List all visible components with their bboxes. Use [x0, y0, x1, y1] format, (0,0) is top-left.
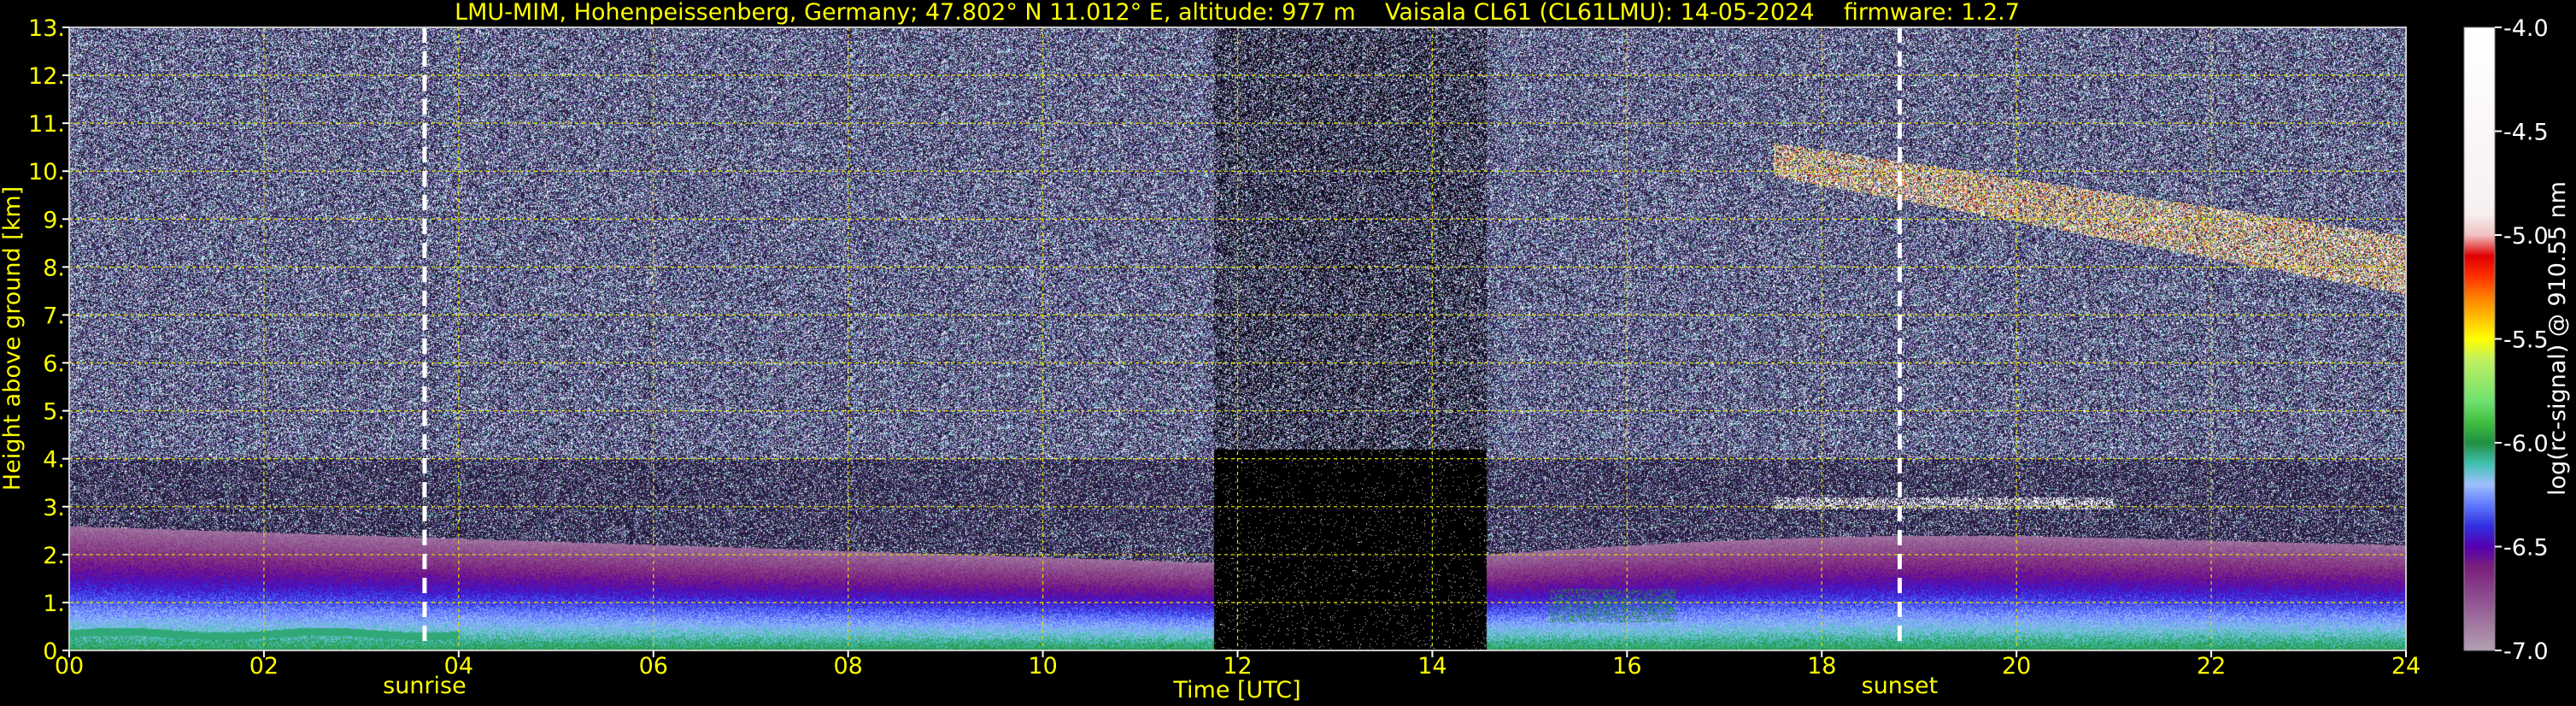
- x-tick-label: 04: [444, 653, 473, 680]
- y-tick-label: 0.: [43, 638, 65, 665]
- y-tick-label: 11.: [28, 111, 65, 138]
- ceilometer-chart: sunrise sunset 00 02 04 06 08 10 12 14 16 18 20 22 24…: [0, 0, 2576, 706]
- y-tick-label: 13.: [28, 15, 65, 42]
- x-tick-label: 14: [1417, 653, 1446, 680]
- y-axis-label: Height above ground [km]: [0, 186, 26, 491]
- x-tick-label: 12: [1223, 653, 1252, 680]
- colorbar-label: log(rc-signal) @ 910.55 nm: [2544, 181, 2571, 496]
- colorbar-tick-label: -7.0: [2503, 638, 2549, 665]
- y-tick-label: 12.: [28, 63, 65, 90]
- x-tick-label: 06: [639, 653, 668, 680]
- x-tick-label: 10: [1028, 653, 1057, 680]
- x-tick-label: 22: [2197, 653, 2226, 680]
- y-tick-label: 8.: [43, 255, 65, 281]
- colorbar-tick-label: -6.5: [2503, 535, 2549, 562]
- x-axis-label: Time [UTC]: [1172, 677, 1300, 703]
- x-tick-label: 08: [833, 653, 862, 680]
- y-tick-label: 6.: [43, 351, 65, 378]
- x-tick-label: 02: [249, 653, 279, 680]
- y-tick-label: 9.: [43, 207, 65, 233]
- colorbar-tick-label: -5.5: [2503, 327, 2549, 354]
- x-tick-label: 24: [2391, 653, 2421, 680]
- y-tick-label: 2.: [43, 543, 65, 569]
- y-tick-label: 4.: [43, 447, 65, 474]
- chart-title: LMU-MIM, Hohenpeissenberg, Germany; 47.8…: [455, 0, 2020, 26]
- colorbar-gradient: [2463, 26, 2496, 651]
- colorbar-tick-label: -5.0: [2503, 223, 2549, 250]
- colorbar-tick-label: -4.5: [2503, 120, 2549, 146]
- colorbar-tick-label: -6.0: [2503, 431, 2549, 457]
- y-tick-label: 7.: [43, 303, 65, 329]
- y-tick-label: 1.: [43, 591, 65, 617]
- x-tick-label: 20: [2002, 653, 2031, 680]
- y-tick-label: 10.: [28, 159, 65, 185]
- sunset-label: sunset: [1862, 673, 1939, 699]
- y-tick-label: 3.: [43, 495, 65, 521]
- x-tick-label: 18: [1807, 653, 1836, 680]
- x-tick-label: 16: [1612, 653, 1641, 680]
- y-tick-label: 5.: [43, 399, 65, 426]
- colorbar-tick-label: -4.0: [2503, 15, 2549, 42]
